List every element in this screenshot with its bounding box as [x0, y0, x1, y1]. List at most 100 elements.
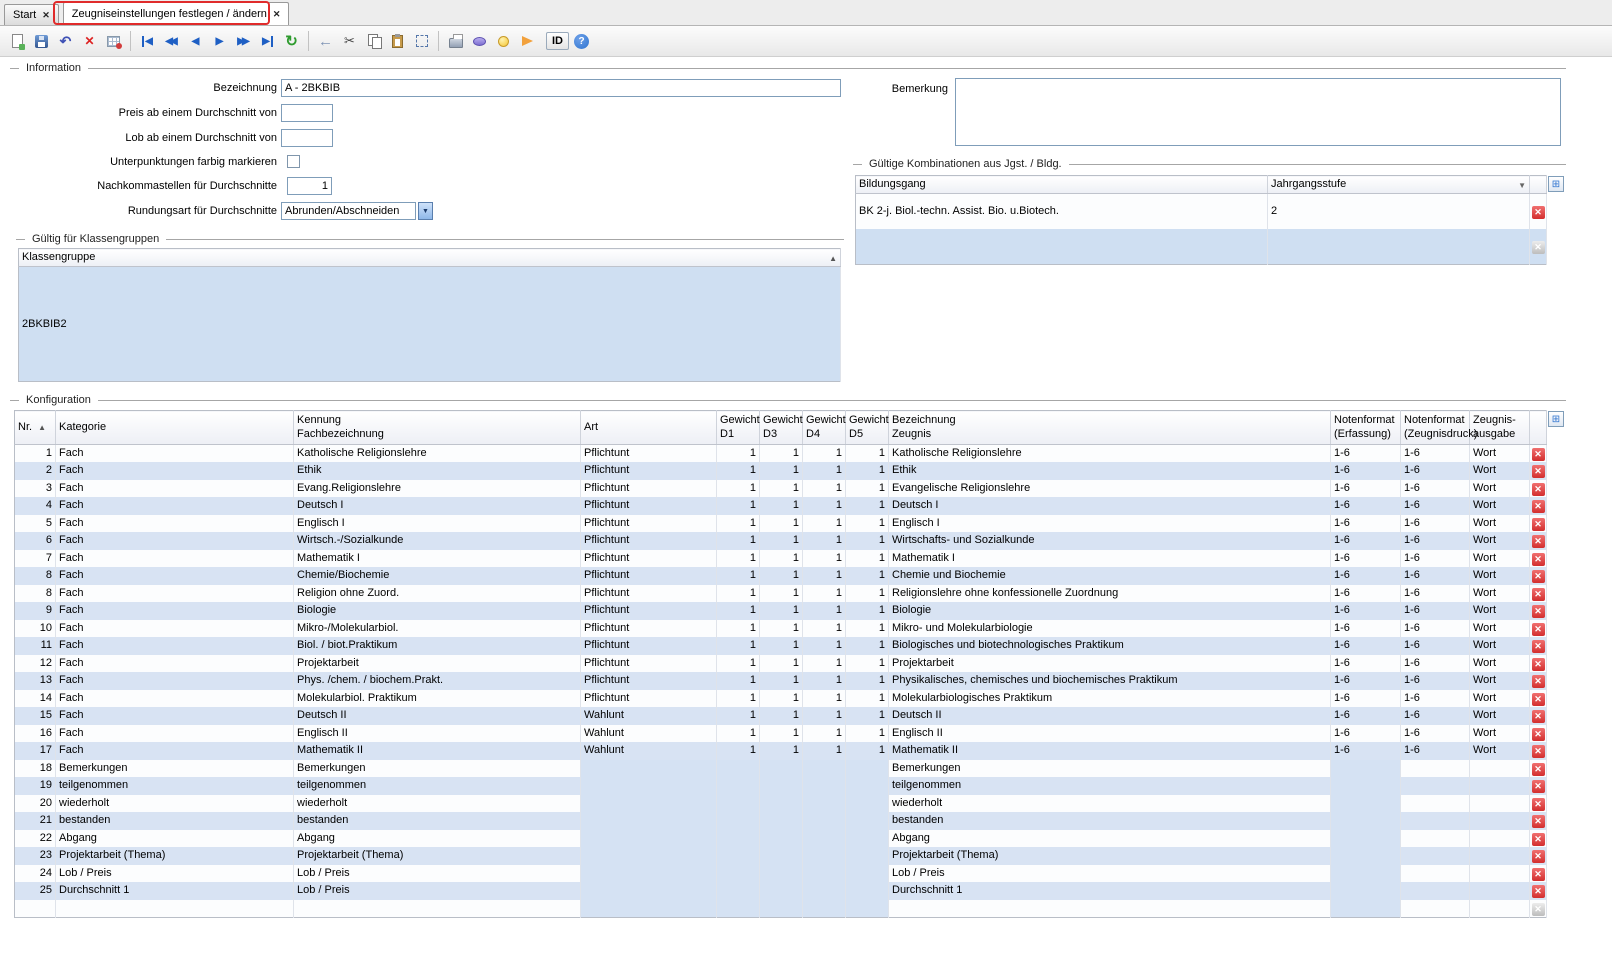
nachkommastellen-input[interactable]	[287, 177, 332, 195]
table-row[interactable]: 22 Abgang Abgang Abgang ✕	[14, 829, 1547, 847]
kennung-cell[interactable]: Englisch I	[293, 514, 581, 532]
column-header-gewicht-d1[interactable]: Gewicht D1	[716, 410, 760, 445]
bezeichnung-cell[interactable]: Deutsch I	[888, 497, 1331, 515]
bezeichnung-cell[interactable]: Physikalisches, chemisches und biochemis…	[888, 672, 1331, 690]
kennung-cell[interactable]: Biol. / biot.Praktikum	[293, 637, 581, 655]
gewicht-d5-cell[interactable]: 1	[845, 689, 889, 707]
gewicht-d3-cell[interactable]	[759, 899, 803, 917]
bezeichnung-cell[interactable]: wiederholt	[888, 794, 1331, 812]
notenformat-zeugnisdruck-cell[interactable]: 1-6	[1400, 724, 1470, 742]
klassengruppe-cell[interactable]: 2BKBIB2	[18, 266, 841, 382]
gewicht-d3-cell[interactable]	[759, 829, 803, 847]
table-row[interactable]: 23 Projektarbeit (Thema) Projektarbeit (…	[14, 847, 1547, 865]
gewicht-d5-cell[interactable]: 1	[845, 654, 889, 672]
notenformat-erfassung-cell[interactable]: 1-6	[1330, 444, 1401, 462]
zeugnisausgabe-cell[interactable]: Wort	[1469, 444, 1530, 462]
gewicht-d3-cell[interactable]: 1	[759, 637, 803, 655]
nr-cell[interactable]: 15	[14, 707, 56, 725]
kategorie-cell[interactable]: Fach	[55, 514, 294, 532]
notenformat-zeugnisdruck-cell[interactable]: 1-6	[1400, 497, 1470, 515]
gewicht-d3-cell[interactable]: 1	[759, 724, 803, 742]
gewicht-d1-cell[interactable]	[716, 864, 760, 882]
gewicht-d5-cell[interactable]	[845, 829, 889, 847]
gewicht-d5-cell[interactable]: 1	[845, 584, 889, 602]
nr-cell[interactable]: 21	[14, 812, 56, 830]
column-header-bildungsgang[interactable]: Bildungsgang	[855, 175, 1268, 194]
zeugnisausgabe-cell[interactable]: Wort	[1469, 479, 1530, 497]
kennung-cell[interactable]: Englisch II	[293, 724, 581, 742]
notenformat-zeugnisdruck-cell[interactable]	[1400, 899, 1470, 917]
art-cell[interactable]	[580, 899, 717, 917]
notenformat-erfassung-cell[interactable]	[1330, 864, 1401, 882]
column-header-kategorie[interactable]: Kategorie	[55, 410, 294, 445]
art-cell[interactable]: Pflichtunt	[580, 549, 717, 567]
kennung-cell[interactable]: Abgang	[293, 829, 581, 847]
bezeichnung-cell[interactable]: Lob / Preis	[888, 864, 1331, 882]
bezeichnung-cell[interactable]: Religionslehre ohne konfessionelle Zuord…	[888, 584, 1331, 602]
gewicht-d5-cell[interactable]	[845, 899, 889, 917]
notenformat-erfassung-cell[interactable]: 1-6	[1330, 549, 1401, 567]
gewicht-d5-cell[interactable]: 1	[845, 672, 889, 690]
announce-button[interactable]	[516, 30, 539, 52]
table-row[interactable]: 2 Fach Ethik Pflichtunt 1 1 1 1 Ethik 1-…	[14, 462, 1547, 480]
bezeichnung-input[interactable]	[281, 79, 841, 97]
gewicht-d4-cell[interactable]: 1	[802, 602, 846, 620]
column-header-klassengruppe[interactable]: Klassengruppe ▲	[18, 248, 841, 267]
nr-cell[interactable]: 23	[14, 847, 56, 865]
notenformat-zeugnisdruck-cell[interactable]: 1-6	[1400, 462, 1470, 480]
gewicht-d1-cell[interactable]: 1	[716, 567, 760, 585]
gewicht-d4-cell[interactable]: 1	[802, 479, 846, 497]
gewicht-d4-cell[interactable]: 1	[802, 549, 846, 567]
zeugnisausgabe-cell[interactable]	[1469, 829, 1530, 847]
gewicht-d5-cell[interactable]	[845, 812, 889, 830]
column-header-nr[interactable]: Nr. ▲	[14, 410, 56, 445]
delete-row-icon[interactable]: ✕	[1531, 552, 1545, 566]
kategorie-cell[interactable]: Fach	[55, 637, 294, 655]
zeugnisausgabe-cell[interactable]	[1469, 864, 1530, 882]
table-row[interactable]: 4 Fach Deutsch I Pflichtunt 1 1 1 1 Deut…	[14, 497, 1547, 515]
notenformat-zeugnisdruck-cell[interactable]: 1-6	[1400, 444, 1470, 462]
gewicht-d5-cell[interactable]: 1	[845, 567, 889, 585]
notenformat-zeugnisdruck-cell[interactable]: 1-6	[1400, 567, 1470, 585]
bezeichnung-cell[interactable]: teilgenommen	[888, 777, 1331, 795]
kategorie-cell[interactable]: Fach	[55, 654, 294, 672]
gewicht-d3-cell[interactable]: 1	[759, 584, 803, 602]
notenformat-erfassung-cell[interactable]: 1-6	[1330, 497, 1401, 515]
zeugnisausgabe-cell[interactable]: Wort	[1469, 497, 1530, 515]
zeugnisausgabe-cell[interactable]: Wort	[1469, 707, 1530, 725]
kennung-cell[interactable]: Katholische Religionslehre	[293, 444, 581, 462]
kategorie-cell[interactable]: Fach	[55, 619, 294, 637]
kategorie-cell[interactable]: Lob / Preis	[55, 864, 294, 882]
notenformat-erfassung-cell[interactable]	[1330, 812, 1401, 830]
gewicht-d4-cell[interactable]	[802, 829, 846, 847]
kennung-cell[interactable]: Chemie/Biochemie	[293, 567, 581, 585]
kategorie-cell[interactable]: Abgang	[55, 829, 294, 847]
table-row[interactable]: 10 Fach Mikro-/Molekularbiol. Pflichtunt…	[14, 619, 1547, 637]
gewicht-d1-cell[interactable]: 1	[716, 514, 760, 532]
table-row[interactable]: 17 Fach Mathematik II Wahlunt 1 1 1 1 Ma…	[14, 742, 1547, 760]
nr-cell[interactable]: 25	[14, 882, 56, 900]
bezeichnung-cell[interactable]: Wirtschafts- und Sozialkunde	[888, 532, 1331, 550]
gewicht-d5-cell[interactable]: 1	[845, 444, 889, 462]
art-cell[interactable]: Wahlunt	[580, 742, 717, 760]
nr-cell[interactable]: 2	[14, 462, 56, 480]
zeugnisausgabe-cell[interactable]: Wort	[1469, 654, 1530, 672]
table-row[interactable]: 15 Fach Deutsch II Wahlunt 1 1 1 1 Deuts…	[14, 707, 1547, 725]
gewicht-d4-cell[interactable]	[802, 864, 846, 882]
gewicht-d5-cell[interactable]	[845, 759, 889, 777]
refresh-button[interactable]: ↻	[280, 30, 303, 52]
gewicht-d4-cell[interactable]: 1	[802, 637, 846, 655]
art-cell[interactable]	[580, 882, 717, 900]
art-cell[interactable]: Pflichtunt	[580, 567, 717, 585]
zeugnisausgabe-cell[interactable]: Wort	[1469, 584, 1530, 602]
delete-row-icon[interactable]: ✕	[1531, 692, 1545, 706]
gewicht-d3-cell[interactable]: 1	[759, 689, 803, 707]
nr-cell[interactable]: 8	[14, 584, 56, 602]
gewicht-d3-cell[interactable]	[759, 864, 803, 882]
gewicht-d4-cell[interactable]: 1	[802, 689, 846, 707]
cut-button[interactable]: ✂	[338, 30, 361, 52]
kennung-cell[interactable]: Phys. /chem. / biochem.Prakt.	[293, 672, 581, 690]
tab-zeugniseinstellungen[interactable]: Zeugniseinstellungen festlegen / ändern …	[62, 2, 290, 25]
nr-cell[interactable]: 24	[14, 864, 56, 882]
zeugnisausgabe-cell[interactable]	[1469, 899, 1530, 917]
